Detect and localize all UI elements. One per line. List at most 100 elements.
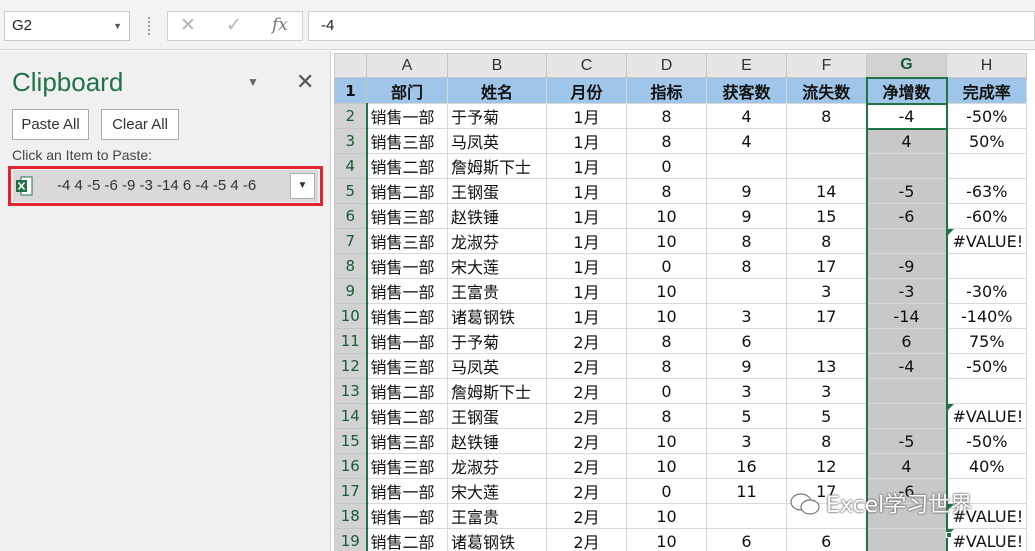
row-header[interactable]: 13 — [334, 378, 368, 404]
cell[interactable]: 9 — [706, 178, 787, 204]
row-header[interactable]: 2 — [334, 103, 368, 129]
column-header-c[interactable]: C — [546, 53, 627, 78]
cell[interactable]: 马凤英 — [447, 353, 547, 379]
cell[interactable]: 2月 — [546, 378, 627, 404]
row-header[interactable]: 6 — [334, 203, 368, 229]
cell[interactable]: 3 — [786, 378, 867, 404]
header-cell[interactable]: 月份 — [546, 77, 627, 104]
column-header-d[interactable]: D — [626, 53, 707, 78]
name-box[interactable]: G2 ▼ — [4, 11, 130, 41]
cell[interactable]: -60% — [946, 203, 1027, 229]
cell[interactable]: 销售三部 — [366, 203, 448, 229]
cell[interactable]: -30% — [946, 278, 1027, 304]
cell[interactable]: 0 — [626, 378, 707, 404]
cell[interactable]: 4 — [706, 128, 787, 154]
insert-function-icon[interactable]: fx — [272, 15, 288, 35]
cell[interactable] — [865, 228, 948, 254]
cell[interactable]: 0 — [626, 253, 707, 279]
cell[interactable]: 6 — [786, 528, 867, 551]
clear-all-button[interactable]: Clear All — [101, 109, 179, 140]
select-all-corner[interactable] — [334, 53, 367, 78]
cell[interactable]: 销售二部 — [366, 403, 448, 429]
cell[interactable]: 赵铁锤 — [447, 203, 547, 229]
cell[interactable]: -3 — [865, 278, 948, 304]
cell[interactable]: 1月 — [546, 253, 627, 279]
cell[interactable]: 2月 — [546, 328, 627, 354]
cell[interactable]: 17 — [786, 253, 867, 279]
cell[interactable]: 6 — [706, 328, 787, 354]
cell[interactable]: 诸葛钢铁 — [447, 303, 547, 329]
cell[interactable]: 马凤英 — [447, 128, 547, 154]
cell[interactable]: 2月 — [546, 403, 627, 429]
cell[interactable]: 8 — [706, 228, 787, 254]
header-cell[interactable]: 姓名 — [447, 77, 547, 104]
cell[interactable]: 8 — [626, 128, 707, 154]
cell[interactable]: -6 — [865, 203, 948, 229]
cell[interactable]: -5 — [865, 428, 948, 454]
cell[interactable]: 0 — [626, 478, 707, 504]
cell[interactable]: 4 — [706, 103, 787, 129]
cell[interactable]: 销售二部 — [366, 153, 448, 179]
cell[interactable]: 2月 — [546, 528, 627, 551]
cell[interactable] — [865, 528, 948, 551]
cell[interactable]: 销售三部 — [366, 128, 448, 154]
row-header[interactable]: 3 — [334, 128, 368, 154]
cell[interactable] — [706, 503, 787, 529]
cell[interactable]: -50% — [946, 428, 1027, 454]
cell[interactable]: 赵铁锤 — [447, 428, 547, 454]
cell[interactable]: -63% — [946, 178, 1027, 204]
cell[interactable]: 2月 — [546, 453, 627, 479]
cell[interactable]: -9 — [865, 253, 948, 279]
row-header[interactable]: 18 — [334, 503, 368, 529]
cell[interactable] — [706, 278, 787, 304]
header-cell[interactable]: 完成率 — [946, 77, 1027, 104]
cell[interactable]: 3 — [706, 428, 787, 454]
cell[interactable] — [865, 378, 948, 404]
fill-handle[interactable] — [946, 532, 952, 538]
cell[interactable] — [946, 378, 1027, 404]
cell[interactable]: 10 — [626, 453, 707, 479]
formula-bar-divider[interactable] — [148, 17, 150, 35]
cell[interactable]: 2月 — [546, 353, 627, 379]
cell[interactable]: 1月 — [546, 153, 627, 179]
cell[interactable]: 11 — [706, 478, 787, 504]
cell[interactable]: 销售一部 — [366, 503, 448, 529]
cell[interactable]: 4 — [865, 128, 948, 154]
cell[interactable]: #VALUE! — [946, 228, 1027, 254]
cell[interactable]: #VALUE! — [946, 528, 1027, 551]
cell[interactable]: 于予菊 — [447, 103, 547, 129]
cell[interactable]: 5 — [786, 403, 867, 429]
cell[interactable]: 销售一部 — [366, 253, 448, 279]
cell[interactable]: 1月 — [546, 178, 627, 204]
cell[interactable]: 销售一部 — [366, 103, 448, 129]
cell[interactable]: 8 — [626, 353, 707, 379]
cell[interactable]: 王富贵 — [447, 278, 547, 304]
row-header[interactable]: 17 — [334, 478, 368, 504]
cell[interactable]: 6 — [865, 328, 948, 354]
cell[interactable]: 8 — [786, 428, 867, 454]
cell[interactable]: 4 — [865, 453, 948, 479]
cell[interactable]: 销售三部 — [366, 353, 448, 379]
column-header-e[interactable]: E — [706, 53, 787, 78]
cell[interactable]: 詹姆斯下士 — [447, 378, 547, 404]
clipboard-item[interactable]: -4 4 -5 -6 -9 -3 -14 6 -4 -5 4 -6 ▼ — [13, 170, 318, 202]
cell[interactable] — [946, 153, 1027, 179]
cell[interactable]: -4 — [865, 102, 948, 130]
cell[interactable]: 12 — [786, 453, 867, 479]
cell[interactable]: 销售二部 — [366, 378, 448, 404]
column-header-a[interactable]: A — [366, 53, 448, 78]
header-cell[interactable]: 指标 — [626, 77, 707, 104]
row-header[interactable]: 9 — [334, 278, 368, 304]
cell[interactable]: 13 — [786, 353, 867, 379]
cell[interactable]: 9 — [706, 353, 787, 379]
chevron-down-icon[interactable]: ▼ — [113, 12, 122, 40]
row-header[interactable]: 12 — [334, 353, 368, 379]
cell[interactable]: 9 — [706, 203, 787, 229]
cell[interactable]: 王钢蛋 — [447, 178, 547, 204]
cell[interactable]: 40% — [946, 453, 1027, 479]
cell[interactable]: 销售三部 — [366, 453, 448, 479]
cell[interactable]: 10 — [626, 278, 707, 304]
cell[interactable]: 1月 — [546, 278, 627, 304]
cell[interactable]: 詹姆斯下士 — [447, 153, 547, 179]
chevron-down-icon[interactable]: ▼ — [290, 173, 315, 199]
